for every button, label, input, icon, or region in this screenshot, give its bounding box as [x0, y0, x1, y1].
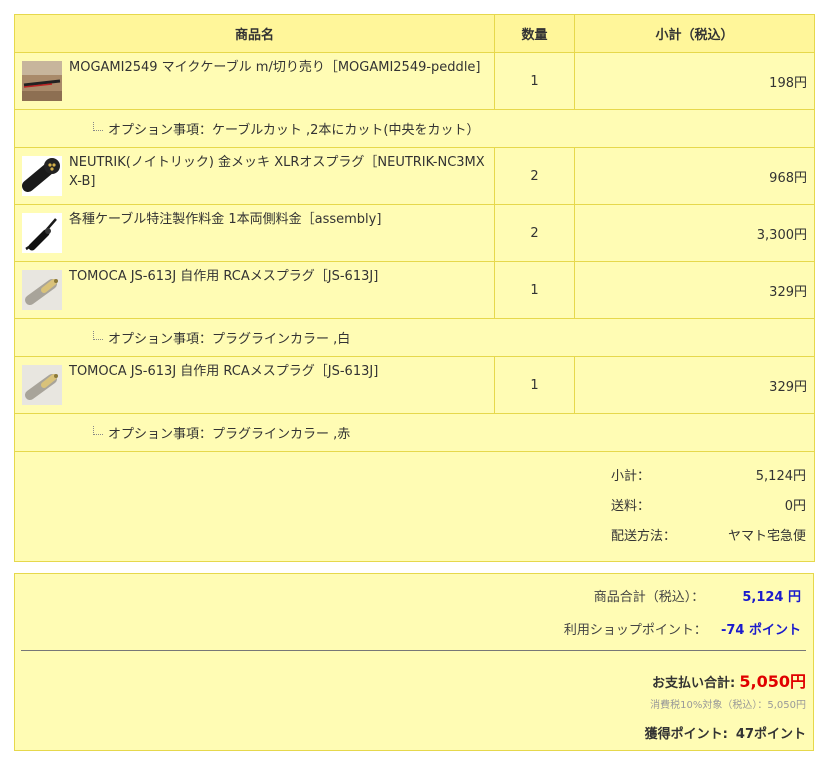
tree-branch-icon [93, 122, 103, 131]
table-row: NEUTRIK(ノイトリック) 金メッキ XLRオスプラグ［NEUTRIK-NC… [14, 147, 815, 205]
assembled-cable-icon[interactable] [22, 213, 62, 253]
product-name-link[interactable]: 各種ケーブル特注製作料金 1本両側料金［assembly] [69, 210, 381, 229]
payment-summary-box: 商品合計（税込）： 5,124 円 利用ショップポイント： -74 ポイント お… [14, 573, 814, 751]
product-name-link[interactable]: MOGAMI2549 マイクケーブル m/切り売り［MOGAMI2549-ped… [69, 58, 481, 77]
goods-total-value: 5,124 円 [742, 590, 801, 605]
earned-points-value: 47ポイント [735, 727, 806, 742]
delivery-method-value: ヤマト宅急便 [727, 529, 806, 544]
xlr-plug-icon[interactable] [22, 156, 62, 196]
header-subtotal: 小計（税込） [574, 14, 815, 53]
line-subtotal: 968円 [574, 147, 815, 205]
tree-branch-icon [93, 331, 103, 340]
line-subtotal: 198円 [574, 52, 815, 110]
option-text: オプション事項：プラグラインカラー ,赤 [108, 427, 351, 442]
payment-total-label: お支払い合計: [652, 676, 736, 691]
option-text: オプション事項：プラグラインカラー ,白 [108, 332, 351, 347]
table-header-row: 商品名 数量 小計（税込） [14, 14, 815, 53]
product-name-link[interactable]: NEUTRIK(ノイトリック) 金メッキ XLRオスプラグ［NEUTRIK-NC… [69, 153, 488, 191]
option-text: オプション事項：ケーブルカット ,2本にカット(中央をカット） [108, 123, 480, 138]
tree-branch-icon [93, 426, 103, 435]
shipping-label: 送料： [611, 499, 651, 514]
subtotal-line: 小計： 5,124円 [15, 465, 814, 489]
delivery-method-line: 配送方法： ヤマト宅急便 [15, 525, 814, 549]
table-row: TOMOCA JS-613J 自作用 RCAメスプラグ［JS-613J] 1 3… [14, 261, 815, 319]
delivery-method-label: 配送方法： [611, 529, 677, 544]
rca-plug-icon[interactable] [22, 270, 62, 310]
header-quantity: 数量 [494, 14, 575, 53]
earned-points-line: 獲得ポイント: 47ポイント [645, 723, 806, 742]
product-name-link[interactable]: TOMOCA JS-613J 自作用 RCAメスプラグ［JS-613J] [69, 267, 378, 286]
points-used-value: -74 ポイント [720, 623, 801, 638]
tax-note: 消費税10%対象（税込）：5,050円 [650, 700, 806, 711]
payment-total-value: 5,050円 [739, 672, 806, 691]
product-name-link[interactable]: TOMOCA JS-613J 自作用 RCAメスプラグ［JS-613J] [69, 362, 378, 381]
goods-total-label: 商品合計（税込）： [593, 590, 705, 605]
subtotal-value: 5,124円 [755, 469, 806, 484]
totals-row: 小計： 5,124円 送料： 0円 配送方法： ヤマト宅急便 [14, 451, 815, 562]
line-subtotal: 3,300円 [574, 204, 815, 262]
quantity: 1 [494, 52, 575, 110]
option-row: オプション事項：ケーブルカット ,2本にカット(中央をカット） [14, 109, 815, 148]
points-used-label: 利用ショップポイント： [563, 623, 707, 638]
line-subtotal: 329円 [574, 356, 815, 414]
table-row: TOMOCA JS-613J 自作用 RCAメスプラグ［JS-613J] 1 3… [14, 356, 815, 414]
subtotal-label: 小計： [611, 469, 651, 484]
shipping-value: 0円 [784, 499, 806, 514]
earned-points-label: 獲得ポイント: [644, 727, 728, 742]
option-row: オプション事項：プラグラインカラー ,白 [14, 318, 815, 357]
quantity: 1 [494, 356, 575, 414]
shipping-line: 送料： 0円 [15, 495, 814, 519]
quantity: 2 [494, 147, 575, 205]
goods-total-line: 商品合計（税込）： 5,124 円 [594, 586, 801, 605]
quantity: 2 [494, 204, 575, 262]
payment-total-line: お支払い合計: 5,050円 [652, 668, 806, 692]
cart-table: 商品名 数量 小計（税込） MOGAMI2549 マイクケーブル m/切り売り［… [14, 14, 815, 562]
quantity: 1 [494, 261, 575, 319]
divider [21, 650, 806, 651]
option-row: オプション事項：プラグラインカラー ,赤 [14, 413, 815, 452]
points-used-line: 利用ショップポイント： -74 ポイント [564, 619, 801, 638]
line-subtotal: 329円 [574, 261, 815, 319]
table-row: 各種ケーブル特注製作料金 1本両側料金［assembly] 2 3,300円 [14, 204, 815, 262]
rca-plug-icon[interactable] [22, 365, 62, 405]
red-cable-icon[interactable] [22, 61, 62, 101]
header-product-name: 商品名 [14, 14, 495, 53]
table-row: MOGAMI2549 マイクケーブル m/切り売り［MOGAMI2549-ped… [14, 52, 815, 110]
